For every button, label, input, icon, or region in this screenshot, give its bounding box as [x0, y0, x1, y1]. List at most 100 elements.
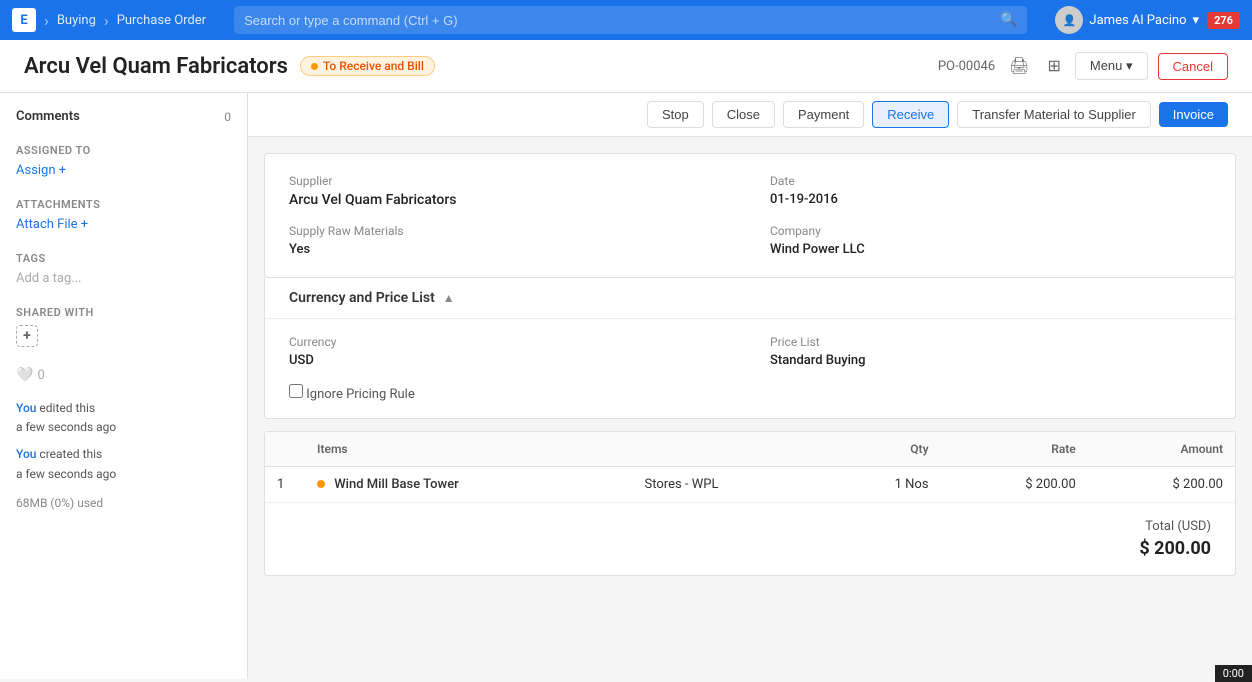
date-value[interactable]: 01-19-2016 [770, 192, 1211, 207]
item-status-dot [317, 480, 325, 488]
supplier-grid: Supplier Arcu Vel Quam Fabricators Date … [265, 154, 1235, 277]
log2-you: You [16, 447, 36, 461]
log-entry-2: You created this a few seconds ago [16, 445, 231, 483]
print-button[interactable]: 🖨 [1005, 52, 1033, 80]
total-label: Total (USD) [289, 519, 1211, 534]
supply-value[interactable]: Yes [289, 242, 730, 257]
row-num: 1 [265, 467, 305, 503]
currency-label: Currency [289, 335, 730, 349]
brand-logo: E [12, 8, 36, 32]
chevron-down-icon: ▾ [1193, 13, 1200, 28]
title-area: Arcu Vel Quam Fabricators To Receive and… [24, 54, 435, 79]
status-text: To Receive and Bill [323, 59, 424, 73]
storage-usage: 68MB (0%) used [16, 496, 231, 510]
log1-time: a few seconds ago [16, 420, 116, 434]
currency-section-title: Currency and Price List [289, 290, 435, 306]
main-layout: Comments 0 ASSIGNED TO Assign + ATTACHME… [0, 93, 1252, 679]
col-warehouse [633, 432, 827, 467]
ignore-pricing-row: Ignore Pricing Rule [265, 376, 1235, 418]
close-button[interactable]: Close [712, 101, 775, 128]
status-dot [311, 63, 318, 70]
items-section: Items Qty Rate Amount 1 Wind Mill Base T… [264, 431, 1236, 576]
price-list-field: Price List Standard Buying [770, 335, 1211, 368]
table-header-row: Items Qty Rate Amount [265, 432, 1235, 467]
row-amount: $ 200.00 [1088, 467, 1235, 503]
po-number: PO-00046 [938, 59, 995, 74]
table-row[interactable]: 1 Wind Mill Base Tower Stores - WPL 1 No… [265, 467, 1235, 503]
sidebar-assigned: ASSIGNED TO Assign + [16, 144, 231, 178]
receive-button[interactable]: Receive [872, 101, 949, 128]
transfer-button[interactable]: Transfer Material to Supplier [957, 101, 1151, 128]
heart-icon: 🤍 [16, 367, 33, 383]
breadcrumb-buying[interactable]: Buying [57, 13, 96, 28]
tags-label: TAGS [16, 252, 231, 265]
status-badge: To Receive and Bill [300, 56, 435, 76]
grid-view-button[interactable]: ⊞ [1043, 52, 1064, 80]
supplier-label: Supplier [289, 174, 730, 188]
sidebar-tags: TAGS Add a tag... [16, 252, 231, 286]
payment-button[interactable]: Payment [783, 101, 864, 128]
bottom-bar: 0:00 [1215, 665, 1252, 682]
search-input[interactable] [244, 13, 994, 28]
log2-action: created this [36, 447, 102, 461]
section-collapse-icon[interactable]: ▲ [443, 291, 455, 305]
search-icon: 🔍 [1000, 12, 1017, 28]
add-shared-button[interactable]: + [16, 325, 38, 347]
attach-file-button[interactable]: Attach File + [16, 217, 231, 232]
row-warehouse: Stores - WPL [633, 467, 827, 503]
currency-section: Currency and Price List ▲ Currency USD P… [264, 278, 1236, 419]
total-value: $ 200.00 [289, 538, 1211, 559]
sidebar: Comments 0 ASSIGNED TO Assign + ATTACHME… [0, 93, 248, 679]
header-actions: PO-00046 🖨 ⊞ Menu ▾ Cancel [938, 52, 1228, 80]
like-button[interactable]: 🤍 0 [16, 367, 231, 383]
user-menu[interactable]: 👤 James Al Pacino ▾ [1055, 6, 1199, 34]
content-area: Stop Close Payment Receive Transfer Mate… [248, 93, 1252, 679]
row-qty: 1 Nos [826, 467, 940, 503]
comments-count: 0 [224, 110, 231, 124]
supply-raw-field: Supply Raw Materials Yes [289, 224, 730, 257]
menu-button[interactable]: Menu ▾ [1075, 52, 1148, 80]
log1-you: You [16, 401, 36, 415]
user-name: James Al Pacino [1089, 13, 1186, 28]
breadcrumb-purchase-order[interactable]: Purchase Order [117, 13, 206, 28]
assigned-label: ASSIGNED TO [16, 144, 231, 157]
notification-badge[interactable]: 276 [1207, 12, 1240, 29]
navbar: E › Buying › Purchase Order 🔍 👤 James Al… [0, 0, 1252, 40]
col-items: Items [305, 432, 633, 467]
breadcrumb-sep-1: › [44, 11, 49, 30]
col-num [265, 432, 305, 467]
supply-label: Supply Raw Materials [289, 224, 730, 238]
col-rate: Rate [941, 432, 1088, 467]
col-qty: Qty [826, 432, 940, 467]
date-field: Date 01-19-2016 [770, 174, 1211, 208]
sidebar-shared: SHARED WITH + [16, 306, 231, 347]
assign-button[interactable]: Assign + [16, 163, 231, 178]
date-label: Date [770, 174, 1211, 188]
currency-value[interactable]: USD [289, 353, 730, 368]
col-amount: Amount [1088, 432, 1235, 467]
attachments-label: ATTACHMENTS [16, 198, 231, 211]
breadcrumb-sep-2: › [104, 11, 109, 30]
total-section: Total (USD) $ 200.00 [265, 503, 1235, 575]
avatar: 👤 [1055, 6, 1083, 34]
company-value[interactable]: Wind Power LLC [770, 242, 1211, 257]
invoice-button[interactable]: Invoice [1159, 102, 1228, 127]
stop-button[interactable]: Stop [647, 101, 704, 128]
cancel-button[interactable]: Cancel [1158, 53, 1228, 80]
ignore-pricing-label: Ignore Pricing Rule [306, 387, 415, 402]
item-name[interactable]: Wind Mill Base Tower [334, 477, 459, 492]
tag-input[interactable]: Add a tag... [16, 271, 82, 286]
shared-label: SHARED WITH [16, 306, 231, 319]
company-field: Company Wind Power LLC [770, 224, 1211, 257]
price-list-label: Price List [770, 335, 1211, 349]
row-rate: $ 200.00 [941, 467, 1088, 503]
items-table: Items Qty Rate Amount 1 Wind Mill Base T… [265, 432, 1235, 503]
sidebar-attachments: ATTACHMENTS Attach File + [16, 198, 231, 232]
page-title: Arcu Vel Quam Fabricators [24, 54, 288, 79]
supplier-field: Supplier Arcu Vel Quam Fabricators [289, 174, 730, 208]
supplier-value[interactable]: Arcu Vel Quam Fabricators [289, 192, 730, 208]
search-bar[interactable]: 🔍 [234, 6, 1027, 34]
sidebar-comments: Comments 0 [16, 109, 231, 124]
ignore-pricing-checkbox[interactable] [289, 384, 303, 398]
price-list-value[interactable]: Standard Buying [770, 353, 1211, 368]
